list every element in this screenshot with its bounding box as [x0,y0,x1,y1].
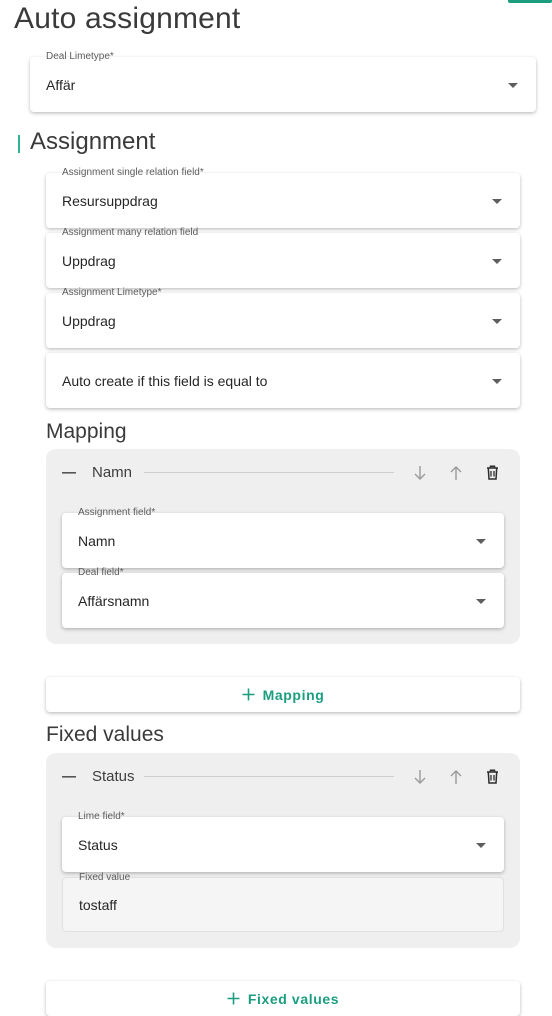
mapping-item-title: Namn [92,464,133,481]
assignment-field-value: Namn [78,532,116,549]
deal-field-select[interactable]: Deal field* Affärsnamn [62,567,504,628]
lime-field-value: Status [78,836,118,853]
trash-icon[interactable] [486,465,499,480]
caret-down-icon [476,842,486,848]
auto-create-placeholder: Auto create if this field is equal to [62,372,268,389]
auto-create-select[interactable]: Auto create if this field is equal to [46,353,520,408]
fixed-value-input[interactable]: Fixed value tostaff [62,872,504,932]
assignment-many-relation-select[interactable]: Assignment many relation field Uppdrag [46,227,520,288]
arrow-down-icon[interactable] [413,465,427,481]
fixed-value-item-title: Status [92,768,135,785]
assignment-limetype-value: Uppdrag [62,312,116,329]
plus-icon [227,992,240,1005]
add-fixed-value-label: Fixed values [247,990,340,1007]
caret-down-icon [476,598,486,604]
divider [144,776,394,777]
section-accent-bar [18,135,20,153]
caret-down-icon [476,538,486,544]
arrow-down-icon[interactable] [413,769,427,785]
section-title-mapping: Mapping [46,420,127,443]
section-title-fixed-values: Fixed values [46,723,164,746]
deal-field-value: Affärsnamn [78,592,150,609]
caret-down-icon [492,318,502,324]
add-mapping-label: Mapping [262,686,325,703]
trash-icon[interactable] [486,769,499,784]
deal-limetype-value: Affär [46,76,76,93]
divider [144,472,394,473]
top-accent-bar [508,0,552,3]
minus-icon[interactable] [62,472,76,474]
caret-down-icon [508,82,518,88]
caret-down-icon [492,198,502,204]
arrow-up-icon[interactable] [449,465,463,481]
assignment-many-relation-value: Uppdrag [62,252,116,269]
section-title-assignment: Assignment [30,128,156,155]
assignment-single-relation-select[interactable]: Assignment single relation field* Resurs… [46,167,520,228]
deal-limetype-select[interactable]: Deal Limetype* Affär [30,51,536,112]
arrow-up-icon[interactable] [449,769,463,785]
assignment-single-relation-value: Resursuppdrag [62,192,158,209]
lime-field-select[interactable]: Lime field* Status [62,811,504,872]
mapping-item-group: Namn Assignment field* Namn Deal field* … [46,449,520,644]
assignment-field-select[interactable]: Assignment field* Namn [62,507,504,568]
add-mapping-button[interactable]: Mapping [46,677,520,712]
assignment-limetype-select[interactable]: Assignment Limetype* Uppdrag [46,287,520,348]
page-title: Auto assignment [14,2,241,35]
plus-icon [242,688,255,701]
fixed-value-value: tostaff [79,896,117,913]
add-fixed-value-button[interactable]: Fixed values [46,981,520,1016]
caret-down-icon [492,258,502,264]
fixed-value-item-group: Status Lime field* Status Fixed value to… [46,753,520,948]
minus-icon[interactable] [62,776,76,778]
caret-down-icon [492,378,502,384]
